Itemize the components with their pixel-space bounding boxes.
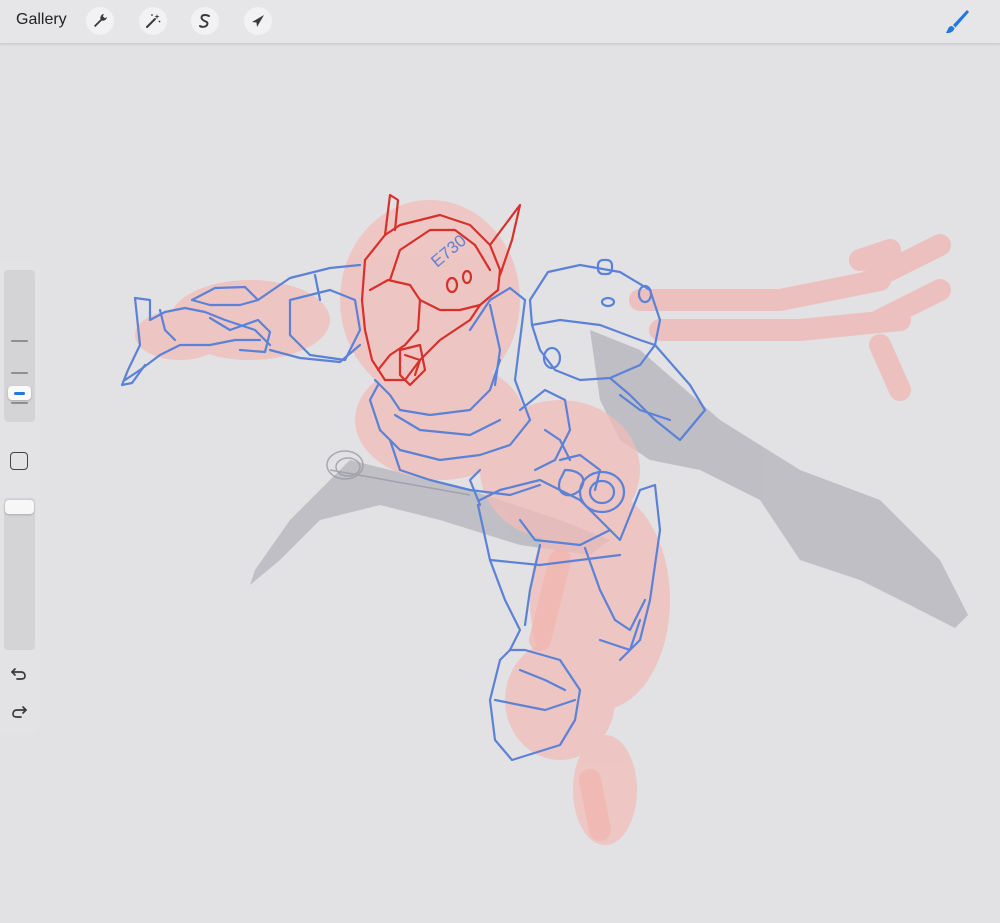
magic-wand-icon [146, 14, 161, 28]
size-indicator [14, 392, 25, 395]
size-tick [11, 372, 28, 374]
redo-button[interactable] [9, 702, 29, 722]
brush-size-thumb[interactable] [8, 386, 31, 400]
undo-button[interactable] [9, 664, 29, 684]
modify-button[interactable] [10, 452, 28, 470]
selection-s-icon [199, 14, 210, 28]
wrench-icon [94, 14, 107, 27]
transform-button[interactable] [244, 7, 272, 35]
brush-icon [946, 10, 969, 34]
adjustments-button[interactable] [139, 7, 167, 35]
arrow-cursor-icon [252, 15, 264, 27]
undo-icon [11, 668, 26, 680]
top-toolbar: Gallery [0, 0, 1000, 44]
brush-opacity-slider[interactable] [4, 498, 35, 650]
sketch-artwork: E730 [120, 193, 968, 845]
left-sidebar [0, 262, 40, 734]
gallery-button[interactable]: Gallery [16, 11, 67, 29]
size-tick [11, 340, 28, 342]
brush-size-slider[interactable] [4, 270, 35, 422]
pink-underpaint [135, 200, 670, 845]
actions-button[interactable] [86, 7, 114, 35]
selection-button[interactable] [191, 7, 219, 35]
drawing-canvas[interactable]: E730 [0, 45, 1000, 923]
opacity-thumb[interactable] [5, 500, 34, 514]
size-tick [11, 402, 28, 404]
brush-button[interactable] [940, 6, 972, 38]
redo-icon [12, 706, 27, 718]
